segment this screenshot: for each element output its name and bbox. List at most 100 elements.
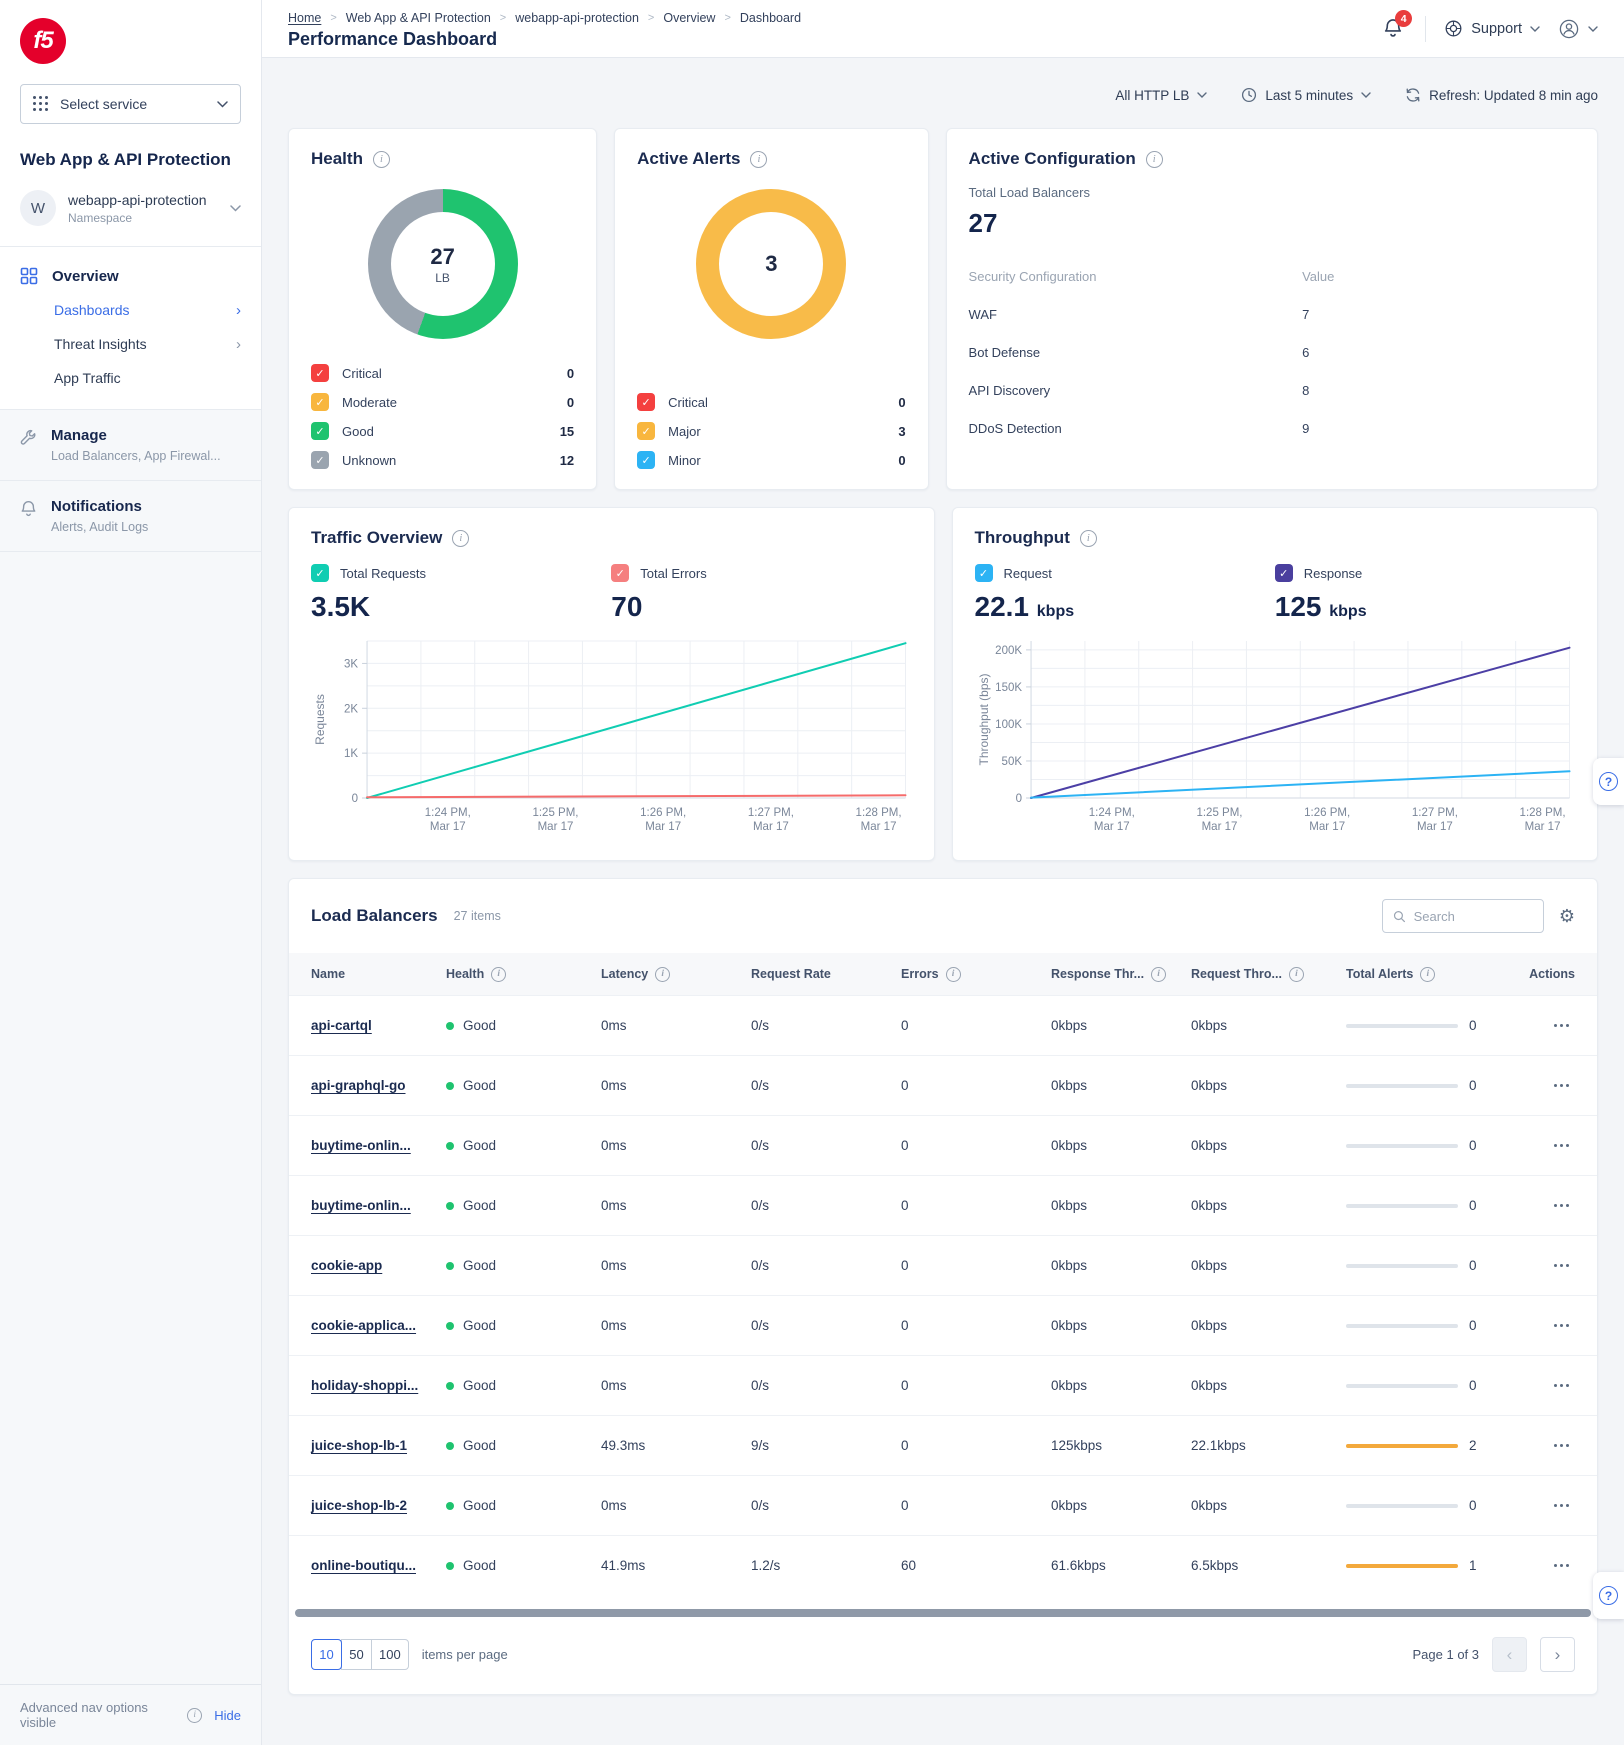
select-service-dropdown[interactable]: Select service (20, 84, 241, 124)
sidebar-item-threat-insights[interactable]: Threat Insights › (0, 327, 261, 361)
hide-nav-link[interactable]: Hide (214, 1708, 241, 1723)
user-avatar-icon (1558, 18, 1580, 40)
row-actions-menu[interactable] (1552, 1018, 1571, 1033)
column-header-errors[interactable]: Errorsi (901, 967, 1051, 982)
breadcrumb-dashboard[interactable]: Dashboard (740, 11, 801, 25)
total-requests-checkbox[interactable]: ✓ (311, 564, 329, 582)
namespace-selector[interactable]: W webapp-api-protection Namespace (20, 190, 241, 246)
page-size-10-button[interactable]: 10 (311, 1639, 342, 1670)
support-menu[interactable]: Support (1444, 19, 1540, 38)
total-alerts-cell: 0 (1346, 1018, 1516, 1033)
lb-name-link[interactable]: buytime-onlin... (311, 1138, 411, 1153)
lb-name-link[interactable]: api-graphql-go (311, 1078, 406, 1093)
info-icon[interactable]: i (655, 967, 670, 982)
breadcrumb-home[interactable]: Home (288, 11, 321, 25)
gear-icon[interactable]: ⚙ (1559, 907, 1575, 925)
unknown-checkbox[interactable]: ✓ (311, 451, 329, 469)
row-actions-menu[interactable] (1552, 1558, 1571, 1573)
info-icon[interactable]: i (187, 1708, 202, 1723)
info-icon[interactable]: i (1151, 967, 1166, 982)
minor-checkbox[interactable]: ✓ (637, 451, 655, 469)
info-icon[interactable]: i (491, 967, 506, 982)
total-errors-checkbox[interactable]: ✓ (611, 564, 629, 582)
column-header-latency[interactable]: Latencyi (601, 967, 751, 982)
sidebar-item-manage[interactable]: Manage Load Balancers, App Firewal... (0, 410, 261, 481)
svg-text:50K: 50K (1001, 756, 1022, 768)
previous-page-button[interactable]: ‹ (1492, 1637, 1527, 1672)
lb-filter-dropdown[interactable]: All HTTP LB (1115, 88, 1207, 103)
info-icon[interactable]: i (1420, 967, 1435, 982)
horizontal-scrollbar[interactable] (295, 1609, 1591, 1617)
critical-checkbox[interactable]: ✓ (311, 364, 329, 382)
row-actions-menu[interactable] (1552, 1378, 1571, 1393)
row-actions-menu[interactable] (1552, 1258, 1571, 1273)
column-header-total-alerts[interactable]: Total Alertsi (1346, 967, 1516, 982)
moderate-checkbox[interactable]: ✓ (311, 393, 329, 411)
page-size-50-button[interactable]: 50 (341, 1639, 372, 1670)
lb-name-link[interactable]: juice-shop-lb-2 (311, 1498, 407, 1513)
lb-name-link[interactable]: api-cartql (311, 1018, 372, 1033)
page-size-100-button[interactable]: 100 (371, 1639, 409, 1670)
column-header-health[interactable]: Healthi (446, 967, 601, 982)
lb-name-link[interactable]: holiday-shoppi... (311, 1378, 418, 1393)
sidebar-item-dashboards[interactable]: Dashboards › (0, 293, 261, 327)
column-header-request-throughput[interactable]: Request Thro...i (1191, 967, 1346, 982)
response-throughput-value: 0kbps (1051, 1258, 1191, 1273)
time-range-dropdown[interactable]: Last 5 minutes (1241, 87, 1371, 103)
row-actions-menu[interactable] (1552, 1078, 1571, 1093)
info-icon[interactable]: i (946, 967, 961, 982)
total-alerts-cell: 2 (1346, 1438, 1516, 1453)
total-requests-label: Total Requests (340, 566, 426, 581)
row-actions-menu[interactable] (1552, 1318, 1571, 1333)
good-checkbox[interactable]: ✓ (311, 422, 329, 440)
alerts-count: 0 (1469, 1318, 1477, 1333)
health-status-dot (446, 1562, 454, 1570)
request-rate-value: 0/s (751, 1138, 901, 1153)
row-actions-menu[interactable] (1552, 1438, 1571, 1453)
account-menu[interactable] (1558, 18, 1598, 40)
request-rate-value: 0/s (751, 1318, 901, 1333)
legend-label: Good (342, 424, 374, 439)
latency-value: 0ms (601, 1078, 751, 1093)
alerts-count: 0 (1469, 1258, 1477, 1273)
notifications-bell-button[interactable]: 4 (1379, 14, 1407, 43)
breadcrumb-namespace[interactable]: webapp-api-protection (515, 11, 639, 25)
info-icon[interactable]: i (1289, 967, 1304, 982)
info-icon[interactable]: i (452, 530, 469, 547)
help-button[interactable]: ? (1593, 758, 1624, 805)
sidebar-item-notifications[interactable]: Notifications Alerts, Audit Logs (0, 481, 261, 552)
lb-name-link[interactable]: online-boutiqu... (311, 1558, 416, 1573)
major-checkbox[interactable]: ✓ (637, 422, 655, 440)
health-status-text: Good (463, 1078, 496, 1093)
info-icon[interactable]: i (1080, 530, 1097, 547)
critical-checkbox[interactable]: ✓ (637, 393, 655, 411)
column-header-name[interactable]: Name (311, 967, 446, 981)
lb-name-link[interactable]: juice-shop-lb-1 (311, 1438, 407, 1453)
row-actions-menu[interactable] (1552, 1198, 1571, 1213)
row-actions-menu[interactable] (1552, 1498, 1571, 1513)
chevron-down-icon (1197, 92, 1207, 98)
lb-name-link[interactable]: cookie-applica... (311, 1318, 416, 1333)
column-header-request-rate[interactable]: Request Rate (751, 967, 901, 981)
info-icon[interactable]: i (750, 151, 767, 168)
response-checkbox[interactable]: ✓ (1275, 564, 1293, 582)
sidebar-item-app-traffic[interactable]: App Traffic (0, 361, 261, 395)
lb-name-link[interactable]: cookie-app (311, 1258, 382, 1273)
row-actions-menu[interactable] (1552, 1138, 1571, 1153)
column-header-response-throughput[interactable]: Response Thr...i (1051, 967, 1191, 982)
legend-label: Critical (668, 395, 708, 410)
info-icon[interactable]: i (1146, 151, 1163, 168)
sidebar-item-overview[interactable]: Overview (0, 267, 261, 285)
lb-name-link[interactable]: buytime-onlin... (311, 1198, 411, 1213)
info-icon[interactable]: i (373, 151, 390, 168)
divider (1425, 16, 1426, 42)
legend-value: 0 (898, 453, 905, 468)
table-header-row: Name Healthi Latencyi Request Rate Error… (289, 953, 1597, 995)
next-page-button[interactable]: › (1540, 1637, 1575, 1672)
search-input[interactable] (1414, 909, 1533, 924)
request-checkbox[interactable]: ✓ (975, 564, 993, 582)
refresh-button[interactable]: Refresh: Updated 8 min ago (1405, 87, 1598, 103)
breadcrumb-product[interactable]: Web App & API Protection (346, 11, 491, 25)
help-button[interactable]: ? (1593, 1572, 1624, 1619)
breadcrumb-overview[interactable]: Overview (663, 11, 715, 25)
